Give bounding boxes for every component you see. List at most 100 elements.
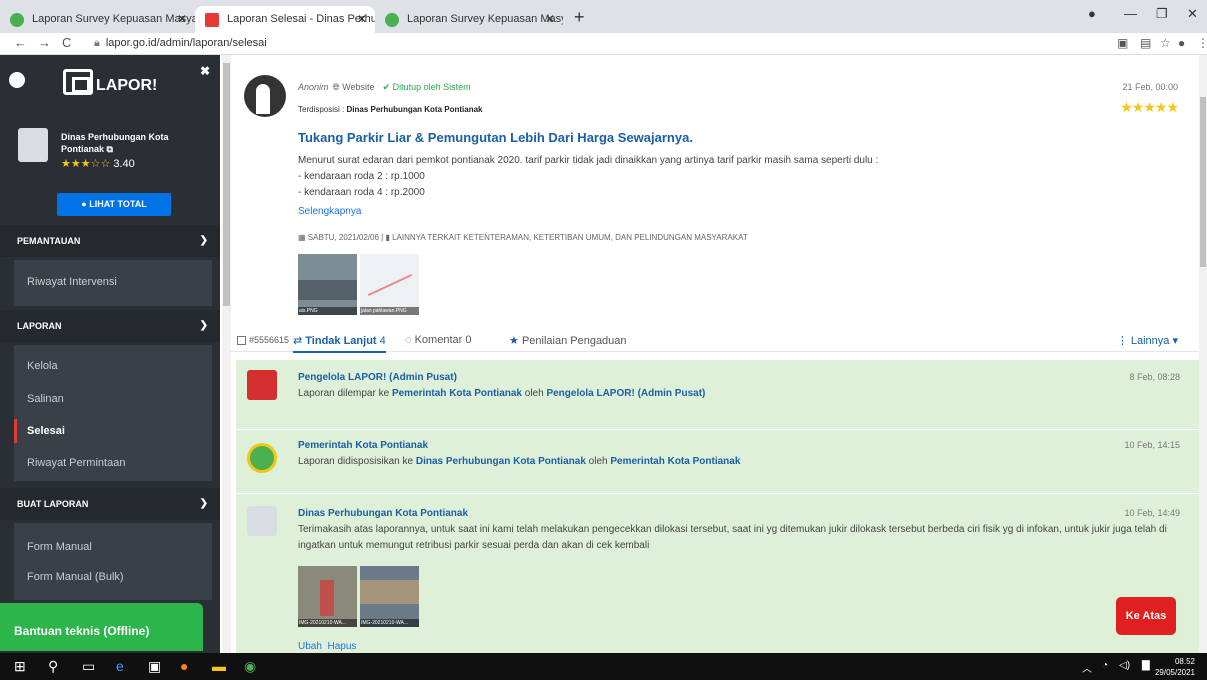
report-date: 21 Feb, 00:00 bbox=[1122, 82, 1178, 92]
followup-date: 10 Feb, 14:49 bbox=[1124, 508, 1180, 518]
report-body: Menurut surat edaran dari pemkot pontian… bbox=[298, 155, 879, 198]
lapor-favicon-icon bbox=[205, 13, 219, 27]
firefox-icon[interactable]: ● bbox=[180, 658, 188, 674]
attachment-thumbnail[interactable]: IMG-20210210-WA... bbox=[360, 566, 419, 627]
menu-icon[interactable]: ⋮ bbox=[1197, 36, 1207, 50]
building-icon bbox=[18, 128, 48, 162]
lapor-logo-icon bbox=[247, 370, 277, 400]
tab-title: Laporan Selesai - Dinas Perhubu bbox=[227, 13, 375, 25]
globe-icon bbox=[385, 13, 399, 27]
page-scrollbar[interactable] bbox=[1199, 55, 1207, 653]
lock-icon: 🔒︎ bbox=[94, 37, 100, 49]
section-pemantauan[interactable]: PEMANTAUAN ❯ bbox=[0, 225, 220, 257]
tab-title: Laporan Survey Kepuasan Masya bbox=[32, 13, 195, 25]
lapor-logo-icon bbox=[63, 69, 93, 95]
tab-komentar[interactable]: ◌ Komentar 0 bbox=[405, 334, 471, 346]
translate-icon[interactable]: ▤ bbox=[1140, 36, 1151, 50]
section-buat-laporan[interactable]: BUAT LAPORAN ❯ bbox=[0, 488, 220, 520]
main-content: Anonim 🌐︎ Website ✔ Ditutup oleh Sistem Te… bbox=[231, 55, 1199, 653]
ubah-hapus-links[interactable]: Ubah Hapus bbox=[298, 641, 356, 652]
ke-atas-button[interactable]: Ke Atas bbox=[1116, 597, 1176, 635]
chevron-down-icon: ❯ bbox=[199, 498, 208, 509]
scrollbar-thumb[interactable] bbox=[223, 63, 230, 306]
maximize-button[interactable]: ❐ bbox=[1156, 6, 1168, 22]
store-icon[interactable]: ▣ bbox=[148, 658, 161, 675]
followup-text: Laporan dilempar ke Pemerintah Kota Pont… bbox=[298, 388, 706, 399]
select-checkbox[interactable] bbox=[237, 336, 246, 345]
close-tab-icon[interactable]: ✕ bbox=[357, 6, 367, 33]
tray-chevron-icon[interactable]: ︿ bbox=[1082, 660, 1092, 675]
sidebar-scrollbar[interactable] bbox=[222, 55, 231, 653]
close-window-button[interactable]: ✕ bbox=[1187, 6, 1198, 22]
windows-start-icon[interactable]: ⊞ bbox=[14, 658, 26, 675]
profile-icon[interactable]: ● bbox=[1088, 6, 1096, 21]
minimize-button[interactable]: — bbox=[1124, 6, 1137, 21]
sidebar-item-riwayat-intervensi[interactable]: Riwayat Intervensi bbox=[14, 276, 212, 288]
anonymous-avatar bbox=[244, 75, 286, 117]
edge-icon[interactable]: e bbox=[116, 658, 124, 674]
scrollbar-thumb[interactable] bbox=[1200, 97, 1206, 267]
pemkot-emblem-icon bbox=[247, 443, 277, 473]
reload-icon[interactable]: C bbox=[62, 35, 71, 50]
url-field[interactable]: 🔒︎ lapor.go.id/admin/laporan/selesai bbox=[94, 37, 267, 50]
browser-tabbar: Laporan Survey Kepuasan Masya ✕ Laporan … bbox=[0, 0, 1207, 33]
close-tab-icon[interactable]: ✕ bbox=[177, 6, 187, 33]
browser-tab-1[interactable]: Laporan Survey Kepuasan Masya ✕ bbox=[0, 6, 195, 33]
back-icon[interactable]: ← bbox=[14, 35, 27, 50]
globe-icon bbox=[10, 13, 24, 27]
file-explorer-icon[interactable]: ▬ bbox=[212, 658, 226, 674]
org-name[interactable]: Dinas Perhubungan Kota Pontianak ⧉ bbox=[61, 131, 181, 155]
lihat-total-button[interactable]: ● LIHAT TOTAL bbox=[57, 193, 171, 216]
selengkapnya-link[interactable]: Selengkapnya bbox=[298, 206, 361, 217]
followup-date: 10 Feb, 14:15 bbox=[1124, 440, 1180, 450]
close-sidebar-icon[interactable]: ✖ bbox=[200, 64, 210, 78]
volume-icon[interactable]: ◁) bbox=[1119, 660, 1130, 671]
org-rating: ★★★☆☆ 3.40 bbox=[61, 158, 135, 170]
forward-icon[interactable]: → bbox=[38, 35, 51, 50]
lainnya-dropdown[interactable]: ⋮ Lainnya ▾ bbox=[1117, 334, 1178, 347]
attachment-thumbnail[interactable]: ais.PNG bbox=[298, 254, 357, 315]
chrome-icon[interactable]: ◉ bbox=[244, 658, 256, 675]
sidebar-item-riwayat-permintaan[interactable]: Riwayat Permintaan bbox=[14, 457, 212, 469]
network-icon[interactable]: ◔ bbox=[1102, 660, 1108, 671]
bantuan-teknis-button[interactable]: Bantuan teknis (Offline) bbox=[0, 603, 203, 651]
sidebar-item-kelola[interactable]: Kelola bbox=[14, 360, 212, 372]
followup-item: Pengelola LAPOR! (Admin Pusat) Laporan d… bbox=[236, 359, 1199, 429]
followup-text: Laporan didisposisikan ke Dinas Perhubun… bbox=[298, 456, 741, 467]
task-view-icon[interactable]: ▭ bbox=[82, 658, 95, 675]
sidebar-item-form-manual-bulk[interactable]: Form Manual (Bulk) bbox=[14, 571, 212, 583]
report-rating: ★★★★★ bbox=[1120, 99, 1179, 115]
sidebar-item-salinan[interactable]: Salinan bbox=[14, 393, 212, 405]
tab-title: Laporan Survey Kepuasan Masya bbox=[407, 13, 563, 25]
followup-item: Dinas Perhubungan Kota Pontianak Terimak… bbox=[236, 493, 1199, 653]
followup-date: 8 Feb, 08:28 bbox=[1129, 372, 1180, 382]
account-icon[interactable]: ● bbox=[1178, 36, 1185, 50]
clock[interactable]: 08.52 29/05/2021 bbox=[1155, 656, 1195, 678]
browser-tab-2[interactable]: Laporan Selesai - Dinas Perhubu ✕ bbox=[195, 6, 375, 33]
notification-icon[interactable]: ▇ bbox=[1142, 660, 1150, 671]
logo-text: LAPOR! bbox=[96, 77, 158, 94]
followup-author[interactable]: Pemerintah Kota Pontianak bbox=[298, 440, 428, 451]
sidebar: LAPOR! ✖ Dinas Perhubungan Kota Pontiana… bbox=[0, 55, 220, 653]
sidebar-item-form-manual[interactable]: Form Manual bbox=[14, 541, 212, 553]
chevron-down-icon: ❯ bbox=[199, 320, 208, 331]
section-laporan[interactable]: LAPORAN ❯ bbox=[0, 310, 220, 342]
browser-tab-3[interactable]: Laporan Survey Kepuasan Masya ✕ bbox=[375, 6, 563, 33]
followup-author[interactable]: Dinas Perhubungan Kota Pontianak bbox=[298, 508, 468, 519]
building-icon bbox=[247, 506, 277, 536]
report-meta: Anonim 🌐︎ Website ✔ Ditutup oleh Sistem bbox=[298, 82, 471, 92]
report-title[interactable]: Tukang Parkir Liar & Pemungutan Lebih Da… bbox=[298, 130, 693, 145]
close-tab-icon[interactable]: ✕ bbox=[545, 6, 555, 33]
followup-text: Terimakasih atas laporannya, untuk saat … bbox=[298, 524, 1167, 551]
sidebar-item-selesai[interactable]: Selesai bbox=[14, 419, 212, 443]
tab-tindak-lanjut[interactable]: ⇄ Tindak Lanjut 4 bbox=[293, 334, 386, 353]
tab-penilaian[interactable]: ★ Penilaian Pengaduan bbox=[509, 334, 627, 347]
bookmark-star-icon[interactable]: ☆ bbox=[1160, 36, 1171, 50]
new-tab-button[interactable]: + bbox=[574, 6, 585, 28]
globe-icon[interactable] bbox=[9, 72, 25, 88]
search-icon[interactable]: ⚲ bbox=[48, 658, 58, 675]
attachment-thumbnail[interactable]: IMG-20210210-WA... bbox=[298, 566, 357, 627]
attachment-thumbnail[interactable]: jalan pahlawan.PNG bbox=[360, 254, 419, 315]
followup-author[interactable]: Pengelola LAPOR! (Admin Pusat) bbox=[298, 372, 457, 383]
extension-icon[interactable]: ▣ bbox=[1117, 36, 1128, 50]
